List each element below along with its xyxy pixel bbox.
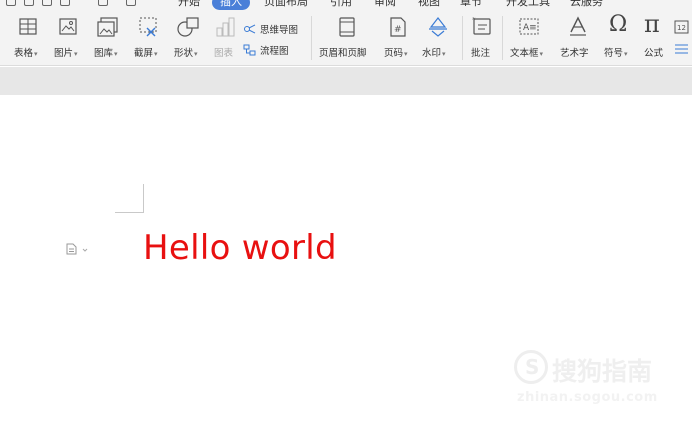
chevron-down-icon: ▾ [404, 50, 408, 58]
comment-icon: * [472, 16, 491, 35]
ruler-area [0, 67, 692, 95]
tab-insert[interactable]: 插入 [212, 0, 250, 10]
omega-icon: Ω [609, 12, 628, 37]
screenshot-label: 截屏 [134, 48, 154, 59]
svg-text:12: 12 [677, 24, 686, 32]
page-number-button[interactable]: # 页码▾ [380, 10, 416, 66]
gallery-label: 图库 [94, 48, 114, 59]
watermark-brand: 搜狗指南 [552, 357, 653, 386]
tab-cloud[interactable]: 云服务 [570, 0, 603, 9]
equation-label: 公式 [644, 48, 664, 59]
insert-ribbon: 表格▾ 图片▾ 图库▾ 截屏▾ 形状▾ 图表 思维导图 流程图 页眉和页脚 # … [0, 10, 692, 66]
chevron-down-icon: ▾ [442, 50, 446, 58]
margin-corner-mark [143, 184, 144, 213]
tab-page-layout[interactable]: 页面布局 [264, 0, 308, 9]
gallery-button[interactable]: 图库▾ [90, 10, 126, 66]
wordart-icon [570, 16, 586, 36]
textbox-label: 文本框 [510, 48, 539, 59]
flowchart-button[interactable]: 流程图 [243, 43, 289, 57]
table-icon [19, 18, 37, 35]
object-icon[interactable] [674, 42, 690, 56]
svg-text:#: # [394, 25, 402, 35]
margin-corner-mark [115, 212, 143, 213]
chevron-down-icon: ▾ [34, 50, 38, 58]
redo-icon[interactable] [126, 0, 136, 6]
shape-icon [177, 17, 199, 37]
mindmap-button[interactable]: 思维导图 [243, 22, 298, 36]
date-icon[interactable]: 12 [674, 20, 690, 34]
tab-developer[interactable]: 开发工具 [506, 0, 550, 9]
textbox-button[interactable]: A≡ 文本框▾ [506, 10, 554, 66]
chevron-down-icon: ▾ [114, 50, 118, 58]
comment-label: 批注 [471, 48, 491, 59]
shape-label: 形状 [174, 48, 194, 59]
header-footer-button[interactable]: 页眉和页脚 [316, 10, 376, 66]
picture-label: 图片 [54, 48, 74, 59]
picture-icon [59, 18, 77, 35]
print-icon[interactable] [24, 0, 34, 6]
save-icon[interactable] [6, 0, 16, 6]
page-number-icon: # [390, 17, 406, 37]
watermark-label: 水印 [422, 48, 442, 59]
wordart-label: 艺术字 [560, 48, 589, 59]
comment-button[interactable]: * 批注 [466, 10, 498, 66]
ribbon-separator [311, 16, 312, 60]
svg-text:A≡: A≡ [523, 23, 537, 33]
tab-references[interactable]: 引用 [330, 0, 352, 9]
watermark-icon [429, 17, 447, 37]
screenshot-button[interactable]: 截屏▾ [130, 10, 166, 66]
chevron-down-icon: ▾ [74, 50, 78, 58]
table-label: 表格 [14, 48, 34, 59]
sogou-watermark: S 搜狗指南 zhinan.sogou.com [514, 350, 684, 410]
ribbon-separator [462, 16, 463, 60]
screenshot-icon [139, 17, 157, 37]
chevron-down-icon: ▾ [624, 50, 628, 58]
equation-button[interactable]: π 公式 [640, 10, 670, 66]
export-icon[interactable] [60, 0, 70, 6]
paragraph-layout-icon[interactable] [66, 243, 90, 255]
tab-sections[interactable]: 章节 [460, 0, 482, 9]
document-text[interactable]: Hello world [143, 228, 337, 268]
chart-button[interactable]: 图表 [210, 10, 240, 66]
table-button[interactable]: 表格▾ [10, 10, 46, 66]
header-footer-icon [339, 17, 355, 37]
symbol-button[interactable]: Ω 符号▾ [601, 10, 637, 66]
symbol-label: 符号 [604, 48, 624, 59]
chevron-down-icon: ▾ [194, 50, 198, 58]
gallery-icon [97, 17, 118, 37]
mindmap-icon [244, 24, 256, 34]
page-number-label: 页码 [384, 48, 404, 59]
document-page[interactable]: Hello world S 搜狗指南 zhinan.sogou.com [0, 95, 692, 436]
picture-button[interactable]: 图片▾ [50, 10, 86, 66]
ribbon-separator [502, 16, 503, 60]
wordart-button[interactable]: 艺术字 [558, 10, 598, 66]
mindmap-label: 思维导图 [260, 25, 299, 36]
chevron-down-icon: ▾ [154, 50, 158, 58]
flowchart-icon [243, 44, 256, 56]
tab-view[interactable]: 视图 [418, 0, 440, 9]
textbox-icon: A≡ [519, 18, 539, 35]
watermark-url: zhinan.sogou.com [517, 390, 658, 405]
bar-chart-icon [216, 17, 235, 37]
sogou-logo-icon: S [514, 350, 548, 384]
chart-label: 图表 [214, 48, 234, 59]
flowchart-label: 流程图 [260, 46, 289, 57]
chevron-down-icon: ▾ [539, 50, 544, 58]
watermark-button[interactable]: 水印▾ [420, 10, 456, 66]
header-footer-label: 页眉和页脚 [319, 48, 367, 59]
preview-icon[interactable] [42, 0, 52, 6]
menu-bar: 开始 插入 页面布局 引用 审阅 视图 章节 开发工具 云服务 [0, 0, 692, 10]
undo-icon[interactable] [98, 0, 108, 6]
tab-review[interactable]: 审阅 [374, 0, 396, 9]
svg-text:*: * [472, 16, 476, 24]
tab-home[interactable]: 开始 [178, 0, 200, 9]
shape-button[interactable]: 形状▾ [170, 10, 206, 66]
pi-icon: π [644, 10, 660, 38]
